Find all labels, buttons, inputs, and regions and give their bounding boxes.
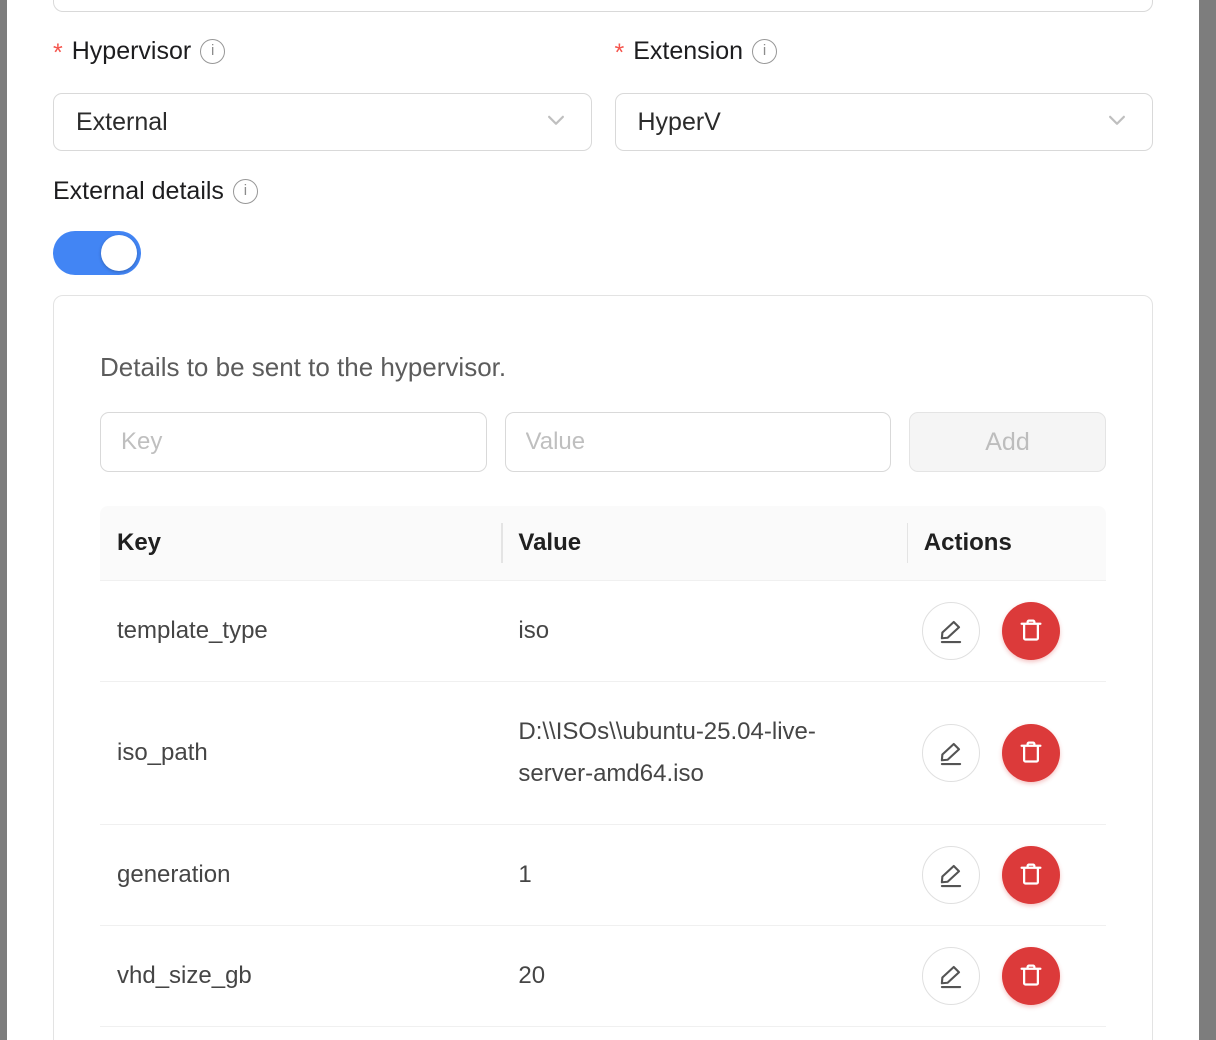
table-row: vhd_size_gb 20 (100, 925, 1106, 1026)
cutoff-input-above[interactable] (53, 0, 1153, 12)
column-header-value: Value (501, 506, 906, 580)
trash-icon (1016, 960, 1046, 993)
extension-label: Extension (633, 36, 743, 66)
pencil-icon (936, 960, 966, 993)
info-icon[interactable]: i (200, 39, 225, 64)
external-details-label: External details (53, 176, 224, 206)
edit-button[interactable] (922, 724, 980, 782)
hypervisor-label: Hypervisor (72, 36, 191, 66)
pencil-icon (936, 737, 966, 770)
pencil-icon (936, 859, 966, 892)
details-table: Key Value Actions template_type iso (100, 506, 1106, 1027)
add-button[interactable]: Add (909, 412, 1106, 472)
key-input[interactable] (100, 412, 487, 472)
column-header-key: Key (100, 506, 501, 580)
hypervisor-select[interactable]: External (53, 93, 592, 151)
table-row: generation 1 (100, 824, 1106, 925)
trash-icon (1016, 859, 1046, 892)
info-icon[interactable]: i (752, 39, 777, 64)
external-details-toggle[interactable] (53, 231, 141, 275)
hypervisor-label-row: * Hypervisor i (53, 34, 592, 68)
chevron-down-icon (1102, 105, 1132, 140)
pencil-icon (936, 615, 966, 648)
modal-panel: * Hypervisor i External * Extension i (7, 0, 1199, 1040)
table-row: template_type iso (100, 580, 1106, 681)
delete-button[interactable] (1002, 724, 1060, 782)
edit-button[interactable] (922, 947, 980, 1005)
delete-button[interactable] (1002, 602, 1060, 660)
trash-icon (1016, 615, 1046, 648)
table-header-row: Key Value Actions (100, 506, 1106, 580)
delete-button[interactable] (1002, 947, 1060, 1005)
panel-description: Details to be sent to the hypervisor. (100, 352, 1106, 382)
extension-select[interactable]: HyperV (615, 93, 1154, 151)
form-item-extension: * Extension i HyperV (615, 34, 1154, 151)
row-key: vhd_size_gb (100, 926, 501, 1026)
edit-button[interactable] (922, 846, 980, 904)
chevron-down-icon (541, 105, 571, 140)
toggle-knob (101, 235, 137, 271)
row-value: 20 (518, 955, 848, 997)
table-row: iso_path D:\\ISOs\\ubuntu-25.04-live-ser… (100, 681, 1106, 824)
column-header-actions: Actions (907, 506, 1106, 580)
row-value: iso (518, 610, 848, 652)
extension-label-row: * Extension i (615, 34, 1154, 68)
required-asterisk: * (615, 38, 625, 68)
external-details-label-row: External details i (53, 176, 1153, 206)
form-item-hypervisor: * Hypervisor i External (53, 34, 592, 151)
row-key: generation (100, 825, 501, 925)
row-key: iso_path (100, 703, 501, 803)
row-key: template_type (100, 581, 501, 681)
extension-select-value: HyperV (638, 108, 721, 137)
hypervisor-select-value: External (76, 108, 168, 137)
value-input[interactable] (505, 412, 892, 472)
add-entry-row: Add (100, 412, 1106, 472)
required-asterisk: * (53, 38, 63, 68)
edit-button[interactable] (922, 602, 980, 660)
info-icon[interactable]: i (233, 179, 258, 204)
delete-button[interactable] (1002, 846, 1060, 904)
row-value: D:\\ISOs\\ubuntu-25.04-live-server-amd64… (518, 711, 848, 795)
row-value: 1 (518, 854, 848, 896)
external-details-panel: Details to be sent to the hypervisor. Ad… (53, 295, 1153, 1040)
trash-icon (1016, 737, 1046, 770)
